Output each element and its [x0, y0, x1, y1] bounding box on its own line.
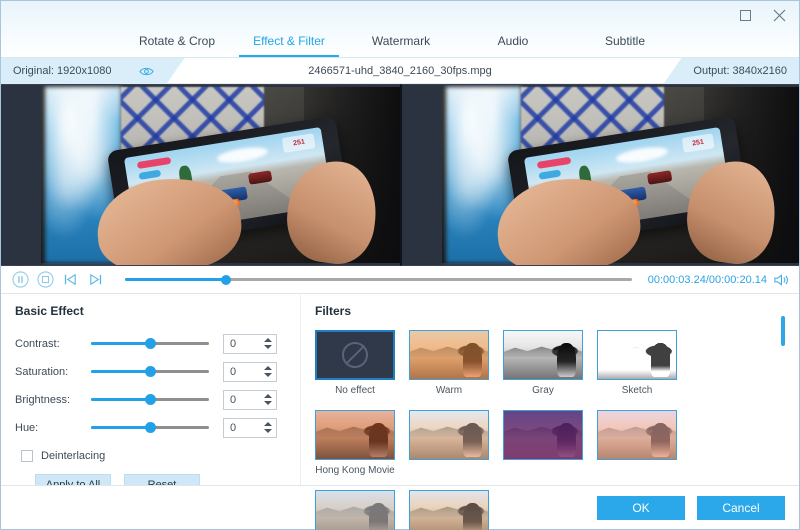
filter-item-7[interactable]: [503, 410, 583, 476]
brightness-row: Brightness: 0: [15, 386, 300, 413]
tab-bar: Rotate & Crop Effect & Filter Watermark …: [1, 21, 799, 57]
hue-slider[interactable]: [91, 420, 209, 436]
filter-thumbnail[interactable]: [315, 490, 395, 530]
original-resolution-chip: Original: 1920x1080: [1, 58, 184, 84]
filter-item-hong-kong-movie[interactable]: Hong Kong Movie: [315, 410, 395, 476]
brightness-value: 0: [224, 394, 236, 406]
contrast-row: Contrast: 0: [15, 330, 300, 357]
editor-body: Basic Effect Contrast: 0 Saturation: 0: [1, 294, 799, 485]
filter-label: Gray: [503, 385, 583, 396]
filters-scrollbar-thumb[interactable]: [781, 316, 785, 346]
next-frame-icon[interactable]: [86, 270, 105, 289]
tab-watermark[interactable]: Watermark: [345, 34, 457, 57]
filter-thumbnail[interactable]: [409, 490, 489, 530]
timecode-label: 00:00:03.24/00:00:20.14: [648, 274, 767, 286]
seek-bar[interactable]: [111, 278, 642, 281]
tab-rotate-crop[interactable]: Rotate & Crop: [121, 34, 233, 57]
hue-stepper-arrows[interactable]: [264, 419, 272, 437]
filters-scrollbar[interactable]: [781, 316, 785, 484]
original-resolution-label: Original: 1920x1080: [13, 65, 111, 77]
media-info-strip: Original: 1920x1080 2466571-uhd_3840_216…: [1, 58, 799, 84]
filters-title: Filters: [315, 304, 799, 318]
deinterlacing-row[interactable]: Deinterlacing: [21, 450, 300, 462]
previous-frame-icon[interactable]: [61, 270, 80, 289]
tab-effect-filter[interactable]: Effect & Filter: [233, 34, 345, 57]
filter-item-gray[interactable]: Gray: [503, 330, 583, 396]
filter-item-9[interactable]: [315, 490, 395, 530]
stop-icon[interactable]: [36, 270, 55, 289]
saturation-row: Saturation: 0: [15, 358, 300, 385]
original-preview: 251: [1, 84, 400, 266]
hue-value: 0: [224, 422, 236, 434]
video-editor-window: Rotate & Crop Effect & Filter Watermark …: [0, 0, 800, 530]
contrast-value: 0: [224, 338, 236, 350]
filters-panel: Filters No effect Warm Gray Sketch: [301, 294, 799, 485]
hue-stepper[interactable]: 0: [223, 418, 277, 438]
seek-track[interactable]: [125, 278, 632, 281]
pause-icon[interactable]: [11, 270, 30, 289]
brightness-label: Brightness:: [15, 394, 91, 406]
filter-thumbnail[interactable]: [409, 330, 489, 380]
filter-item-sketch[interactable]: Sketch: [597, 330, 677, 396]
filter-item-warm[interactable]: Warm: [409, 330, 489, 396]
saturation-stepper-arrows[interactable]: [264, 363, 272, 381]
brightness-stepper[interactable]: 0: [223, 390, 277, 410]
brightness-slider[interactable]: [91, 392, 209, 408]
filter-thumbnail[interactable]: [597, 410, 677, 460]
basic-effect-panel: Basic Effect Contrast: 0 Saturation: 0: [1, 294, 301, 485]
title-bar: Rotate & Crop Effect & Filter Watermark …: [1, 1, 799, 58]
deinterlacing-checkbox[interactable]: [21, 450, 33, 462]
tab-subtitle[interactable]: Subtitle: [569, 34, 681, 57]
filter-thumbnail[interactable]: [597, 330, 677, 380]
volume-icon[interactable]: [773, 273, 789, 287]
tab-audio[interactable]: Audio: [457, 34, 569, 57]
playback-bar: 00:00:03.24/00:00:20.14: [1, 266, 799, 294]
filter-item-10[interactable]: [409, 490, 489, 530]
filter-item-6[interactable]: [409, 410, 489, 476]
eye-icon[interactable]: [139, 66, 154, 77]
filter-thumbnail[interactable]: [409, 410, 489, 460]
filters-grid: No effect Warm Gray Sketch Hong Kong Mov: [315, 330, 761, 530]
brightness-stepper-arrows[interactable]: [264, 391, 272, 409]
filter-label: Hong Kong Movie: [315, 465, 395, 476]
filter-label: Sketch: [597, 385, 677, 396]
deinterlacing-label: Deinterlacing: [41, 450, 105, 462]
seek-knob[interactable]: [221, 275, 231, 285]
contrast-stepper[interactable]: 0: [223, 334, 277, 354]
preview-area: 251 251: [1, 84, 799, 266]
filter-label: No effect: [315, 385, 395, 396]
filter-item-8[interactable]: [597, 410, 677, 476]
filter-thumbnail[interactable]: [315, 410, 395, 460]
saturation-stepper[interactable]: 0: [223, 362, 277, 382]
seek-fill: [125, 278, 226, 281]
basic-effect-title: Basic Effect: [15, 304, 300, 318]
output-resolution-label: Output: 3840x2160: [693, 65, 787, 77]
saturation-value: 0: [224, 366, 236, 378]
contrast-slider[interactable]: [91, 336, 209, 352]
contrast-stepper-arrows[interactable]: [264, 335, 272, 353]
hue-row: Hue: 0: [15, 414, 300, 441]
hue-label: Hue:: [15, 422, 91, 434]
filter-thumbnail[interactable]: [503, 410, 583, 460]
filter-item-no-effect[interactable]: No effect: [315, 330, 395, 396]
output-preview: 251: [400, 84, 799, 266]
filter-thumbnail[interactable]: [315, 330, 395, 380]
filter-label: Warm: [409, 385, 489, 396]
contrast-label: Contrast:: [15, 338, 91, 350]
filter-thumbnail[interactable]: [503, 330, 583, 380]
output-resolution-chip: Output: 3840x2160: [663, 58, 799, 84]
saturation-slider[interactable]: [91, 364, 209, 380]
saturation-label: Saturation:: [15, 366, 91, 378]
